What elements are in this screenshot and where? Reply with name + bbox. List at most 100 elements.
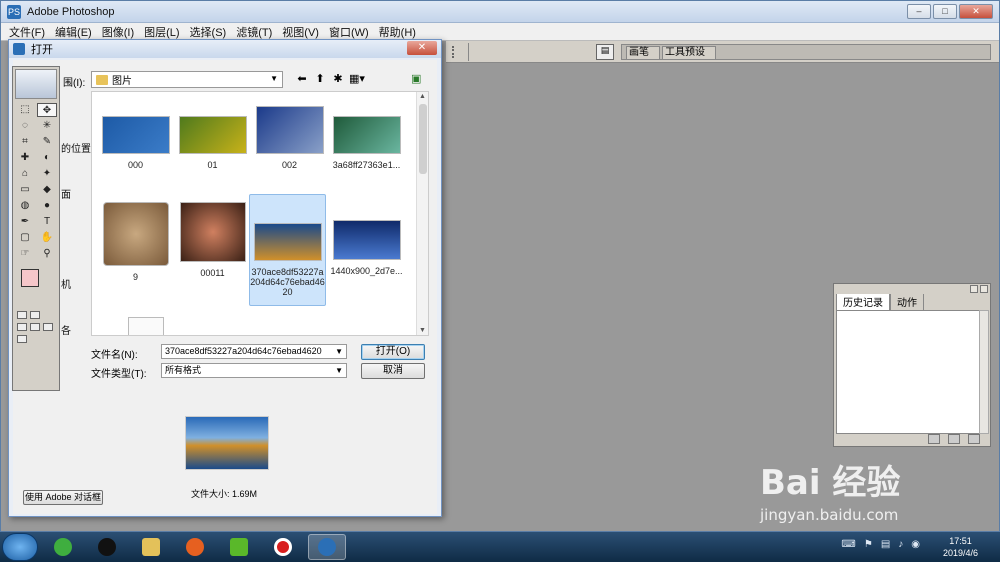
taskbar-app-photoshop[interactable] (308, 534, 346, 560)
healing-brush-tool-icon[interactable]: ✚ (15, 151, 35, 165)
new-document-from-state-icon[interactable] (928, 434, 940, 444)
menu-filter[interactable]: 滤镜(T) (236, 24, 272, 40)
volume-icon[interactable]: ♪ (898, 539, 903, 550)
dodge-tool-icon[interactable]: ● (37, 199, 57, 213)
scroll-thumb[interactable] (419, 104, 427, 174)
create-folder-icon[interactable]: ▣ (411, 72, 421, 85)
standard-mode-icon[interactable] (17, 311, 27, 319)
file-item[interactable]: 000 (97, 116, 174, 170)
quick-mask-mode-icon[interactable] (30, 311, 40, 319)
screen-mode-full-icon[interactable] (43, 323, 53, 331)
marquee-tool-icon[interactable]: ⬚ (15, 103, 35, 117)
file-item[interactable]: 00011 (174, 202, 251, 278)
flag-icon[interactable]: ⚑ (864, 539, 873, 550)
taskbar-app-360-browser[interactable] (44, 534, 82, 560)
gradient-tool-icon[interactable]: ◆ (37, 183, 57, 197)
places-computer-fragment[interactable]: 机 (61, 276, 71, 291)
menu-select[interactable]: 选择(S) (190, 24, 227, 40)
cancel-button[interactable]: 取消 (361, 363, 425, 379)
tab-brushes[interactable]: 画笔 (626, 46, 660, 59)
new-folder-icon[interactable]: ✱ (331, 72, 345, 85)
file-item[interactable]: 9 (97, 202, 174, 282)
menu-layer[interactable]: 图层(L) (144, 24, 179, 40)
hand-tool-icon[interactable]: ✋ (37, 231, 57, 245)
palette-toggle-icon[interactable]: ▤ (596, 44, 614, 60)
jump-to-imageready-icon[interactable] (17, 335, 27, 343)
scroll-down-icon[interactable]: ▼ (419, 327, 426, 334)
file-name: 002 (281, 160, 298, 170)
crop-tool-icon[interactable]: ⌗ (15, 135, 35, 149)
tab-tool-presets[interactable]: 工具预设 (662, 46, 716, 59)
up-folder-icon[interactable]: ⬆ (313, 72, 327, 85)
scroll-up-icon[interactable]: ▲ (419, 93, 426, 100)
clock[interactable]: 17:51 2019/4/6 (943, 535, 978, 559)
move-tool-icon[interactable]: ✥ (37, 103, 57, 117)
menu-image[interactable]: 图像(I) (102, 24, 134, 40)
menu-window[interactable]: 窗口(W) (329, 24, 369, 40)
watermark-url: jingyan.baidu.com (760, 506, 899, 524)
use-adobe-dialog-button[interactable]: 使用 Adobe 对话框 (23, 490, 103, 505)
open-button[interactable]: 打开(O) (361, 344, 425, 360)
places-recent-fragment[interactable]: 的位置 (61, 140, 91, 155)
tab-actions[interactable]: 动作 (890, 292, 924, 310)
filename-input[interactable]: 370ace8df53227a204d64c76ebad4620 ▼ (161, 344, 347, 359)
trash-icon[interactable] (968, 434, 980, 444)
taskbar-app-media[interactable] (220, 534, 258, 560)
file-item[interactable]: 002 (251, 106, 328, 170)
ime-icon[interactable]: ◉ (911, 539, 920, 550)
file-name: 1440x900_2d7e... (330, 266, 403, 276)
foreground-color-swatch[interactable] (21, 269, 39, 287)
menu-edit[interactable]: 编辑(E) (55, 24, 92, 40)
taskbar-app-explorer[interactable] (132, 534, 170, 560)
lasso-tool-icon[interactable]: ◌ (15, 119, 35, 133)
slice-tool-icon[interactable]: ✎ (37, 135, 57, 149)
shape-tool-icon[interactable]: ▢ (15, 231, 35, 245)
file-item[interactable]: 3a68ff27363e1... (328, 116, 405, 170)
view-menu-icon[interactable]: ▦▾ (349, 72, 365, 85)
back-icon[interactable]: ⬅ (295, 72, 309, 85)
screen-mode-full-menu-icon[interactable] (30, 323, 40, 331)
network-icon[interactable]: ▤ (881, 539, 890, 550)
history-brush-tool-icon[interactable]: ✦ (37, 167, 57, 181)
eraser-tool-icon[interactable]: ▭ (15, 183, 35, 197)
close-button[interactable]: ✕ (959, 4, 993, 19)
options-grip-icon[interactable] (452, 46, 462, 58)
tab-history[interactable]: 历史记录 (836, 292, 890, 310)
brush-tool-icon[interactable]: ◐ (37, 151, 57, 165)
taskbar-app-recorder[interactable] (264, 534, 302, 560)
file-item-selected[interactable]: 370ace8df53227a204d64c76ebad4620 (249, 194, 326, 306)
keyboard-icon[interactable]: ⌨ (841, 539, 855, 550)
taskbar-app-firefox[interactable] (176, 534, 214, 560)
start-button[interactable] (2, 533, 38, 561)
menu-file[interactable]: 文件(F) (9, 24, 45, 40)
minimize-button[interactable]: – (907, 4, 931, 19)
taskbar-app-qq[interactable] (88, 534, 126, 560)
photoshop-feather-icon[interactable] (15, 69, 57, 99)
places-desktop-fragment[interactable]: 面 (61, 186, 71, 201)
screen-mode-standard-icon[interactable] (17, 323, 27, 331)
menu-view[interactable]: 视图(V) (282, 24, 319, 40)
blur-tool-icon[interactable]: ◍ (15, 199, 35, 213)
dialog-close-button[interactable]: ✕ (407, 41, 437, 55)
menu-help[interactable]: 帮助(H) (379, 24, 416, 40)
filetype-select[interactable]: 所有格式 ▼ (161, 363, 347, 378)
type-tool-icon[interactable]: T (37, 215, 57, 229)
file-item[interactable]: 01 (174, 116, 251, 170)
pen-tool-icon[interactable]: ✒ (15, 215, 35, 229)
window-title: Adobe Photoshop (27, 5, 115, 18)
notes-tool-icon[interactable]: ☞ (15, 247, 35, 261)
file-item[interactable] (107, 317, 184, 335)
lookin-select[interactable]: 图片 ▼ (91, 71, 283, 88)
file-item[interactable]: 1440x900_2d7e... (328, 202, 405, 276)
file-list-scrollbar[interactable]: ▲ ▼ (416, 92, 428, 335)
places-network-fragment[interactable]: 各 (61, 322, 71, 337)
magic-wand-tool-icon[interactable]: ✳ (37, 119, 57, 133)
snapshot-icon[interactable] (948, 434, 960, 444)
palette-close-icon[interactable] (980, 285, 988, 293)
zoom-tool-icon[interactable]: ⚲ (37, 247, 57, 261)
clone-stamp-tool-icon[interactable]: ⌂ (15, 167, 35, 181)
file-thumbnail (179, 202, 246, 262)
maximize-button[interactable]: □ (933, 4, 957, 19)
palette-minimize-icon[interactable] (970, 285, 978, 293)
history-scrollbar[interactable] (979, 310, 989, 434)
